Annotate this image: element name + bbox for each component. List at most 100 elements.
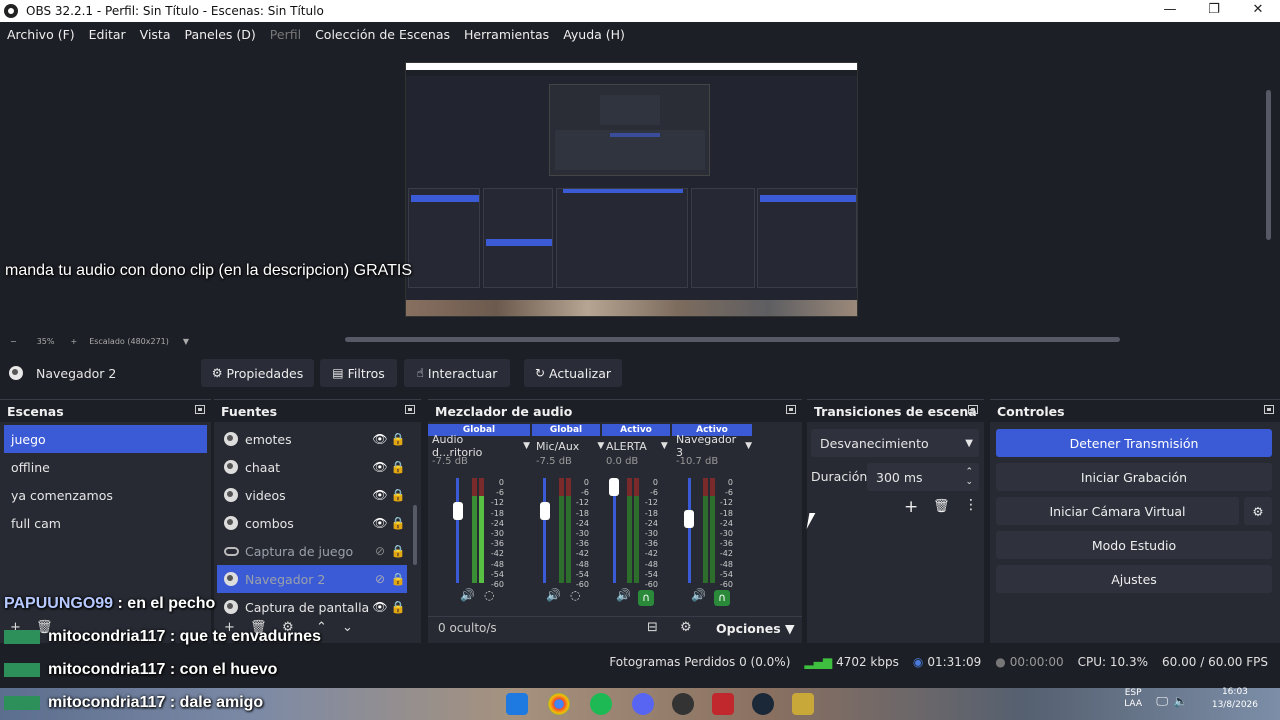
- interact-button[interactable]: ☝ Interactuar: [404, 359, 510, 387]
- chevron-down-icon[interactable]: ▼: [661, 441, 668, 451]
- undock-icon[interactable]: [195, 405, 205, 414]
- lock-icon[interactable]: 🔒: [389, 460, 407, 474]
- menu-paneles[interactable]: Paneles (D): [185, 27, 256, 42]
- speaker-icon[interactable]: 🔊: [546, 588, 561, 602]
- transition-select[interactable]: Desvanecimiento ▼: [811, 429, 979, 457]
- source-item[interactable]: combos 👁 🔒: [217, 509, 407, 537]
- lock-icon[interactable]: 🔒: [389, 544, 407, 558]
- close-button[interactable]: ✕: [1236, 0, 1280, 22]
- eye-icon[interactable]: 👁: [371, 516, 389, 530]
- chevron-down-icon[interactable]: ▼: [523, 441, 530, 451]
- menu-perfil[interactable]: Perfil: [270, 27, 301, 42]
- windows-start-icon[interactable]: [506, 693, 528, 715]
- channel-name[interactable]: Audio d...ritorio ▼: [428, 433, 530, 459]
- stop-stream-button[interactable]: Detener Transmisión: [996, 429, 1272, 457]
- channel-name[interactable]: ALERTA ▼: [602, 436, 670, 456]
- preview-horizontal-scrollbar[interactable]: [345, 337, 1120, 342]
- network-icon[interactable]: 🖵: [1156, 694, 1168, 709]
- menu-vista[interactable]: Vista: [140, 27, 171, 42]
- lock-icon[interactable]: 🔒: [389, 516, 407, 530]
- minimize-button[interactable]: —: [1148, 0, 1192, 22]
- eye-icon[interactable]: 👁: [371, 460, 389, 474]
- sources-scrollbar[interactable]: [413, 505, 417, 565]
- source-item[interactable]: emotes 👁 🔒: [217, 425, 407, 453]
- speaker-icon[interactable]: 🔊: [691, 588, 706, 602]
- settings-button[interactable]: Ajustes: [996, 565, 1272, 593]
- filters-button[interactable]: ▤ Filtros: [320, 359, 397, 387]
- channel-name[interactable]: Mic/Aux ▼: [532, 436, 604, 456]
- speaker-icon[interactable]: 🔊: [460, 588, 475, 602]
- source-item[interactable]: Captura de pantalla 👁 🔒: [217, 593, 407, 621]
- properties-button[interactable]: ⚙ Propiedades: [201, 359, 314, 387]
- undock-icon[interactable]: [1264, 405, 1274, 414]
- trash-icon[interactable]: 🗑: [933, 499, 950, 514]
- chrome-icon[interactable]: [548, 693, 570, 715]
- refresh-button[interactable]: ↻ Actualizar: [524, 359, 622, 387]
- eye-slash-icon[interactable]: ⊘: [371, 572, 389, 586]
- undock-icon[interactable]: [786, 405, 796, 414]
- chevron-down-icon[interactable]: ▼: [745, 441, 752, 451]
- fader-handle[interactable]: [684, 510, 694, 528]
- fader-handle[interactable]: [453, 502, 463, 520]
- maximize-button[interactable]: ❐: [1192, 0, 1236, 22]
- discord-icon[interactable]: [632, 693, 654, 715]
- headphones-off-icon[interactable]: ◌: [570, 588, 580, 602]
- source-item[interactable]: videos 👁 🔒: [217, 481, 407, 509]
- speaker-icon[interactable]: 🔊: [616, 588, 631, 602]
- duration-spinbox[interactable]: 300 ms ⌃ ⌄: [867, 463, 979, 491]
- source-item[interactable]: Captura de juego ⊘ 🔒: [217, 537, 407, 565]
- fader-handle[interactable]: [609, 478, 619, 496]
- virtual-camera-settings-button[interactable]: ⚙: [1244, 497, 1272, 525]
- volume-icon[interactable]: 🔈: [1173, 694, 1188, 708]
- preview-canvas[interactable]: [405, 62, 858, 317]
- scene-item[interactable]: juego: [4, 425, 207, 453]
- volume-fader[interactable]: [456, 478, 459, 583]
- menu-editar[interactable]: Editar: [89, 27, 126, 42]
- lock-icon[interactable]: 🔒: [389, 600, 407, 614]
- menu-archivo[interactable]: Archivo (F): [7, 27, 75, 42]
- more-options-icon[interactable]: ⋮: [964, 497, 978, 513]
- lock-icon[interactable]: 🔒: [389, 572, 407, 586]
- start-recording-button[interactable]: Iniciar Grabación: [996, 463, 1272, 491]
- menu-coleccion-escenas[interactable]: Colección de Escenas: [315, 27, 450, 42]
- gear-icon[interactable]: ⚙: [680, 620, 692, 635]
- layout-toggle-icon[interactable]: ⊟: [647, 620, 658, 635]
- mixer-options-button[interactable]: Opciones ▼: [716, 621, 795, 636]
- volume-fader[interactable]: [543, 478, 546, 583]
- source-item[interactable]: Navegador 2 ⊘ 🔒: [217, 565, 407, 593]
- studio-mode-button[interactable]: Modo Estudio: [996, 531, 1272, 559]
- spotify-icon[interactable]: [590, 693, 612, 715]
- eye-icon[interactable]: 👁: [371, 432, 389, 446]
- eye-slash-icon[interactable]: ⊘: [371, 544, 389, 558]
- clock[interactable]: 16:03 13/8/2026: [1212, 686, 1258, 712]
- preview-vertical-scrollbar[interactable]: [1266, 90, 1271, 240]
- scene-item[interactable]: ya comenzamos: [4, 481, 207, 509]
- zoom-out-icon[interactable]: −: [10, 337, 17, 346]
- move-down-icon[interactable]: ⌄: [342, 620, 353, 635]
- voicemeeter-icon[interactable]: [712, 693, 734, 715]
- headphones-off-icon[interactable]: ◌: [484, 588, 494, 602]
- spin-arrows-icon[interactable]: ⌃ ⌄: [965, 467, 973, 487]
- scene-item[interactable]: full cam: [4, 509, 207, 537]
- source-item[interactable]: chaat 👁 🔒: [217, 453, 407, 481]
- scaling-dropdown-icon[interactable]: ▼: [183, 337, 189, 346]
- add-transition-icon[interactable]: +: [904, 497, 918, 517]
- scene-item[interactable]: offline: [4, 453, 207, 481]
- volume-fader[interactable]: [688, 478, 691, 583]
- menu-ayuda[interactable]: Ayuda (H): [563, 27, 625, 42]
- lock-icon[interactable]: 🔒: [389, 488, 407, 502]
- headphones-on-icon[interactable]: ∩: [638, 590, 654, 606]
- undock-icon[interactable]: [405, 405, 415, 414]
- start-virtual-camera-button[interactable]: Iniciar Cámara Virtual: [996, 497, 1239, 525]
- eye-icon[interactable]: 👁: [371, 600, 389, 614]
- lock-icon[interactable]: 🔒: [389, 432, 407, 446]
- undock-icon[interactable]: [968, 405, 978, 414]
- channel-name[interactable]: Navegador 3 ▼: [672, 433, 752, 459]
- fader-handle[interactable]: [540, 502, 550, 520]
- headphones-on-icon[interactable]: ∩: [714, 590, 730, 606]
- zoom-in-icon[interactable]: +: [70, 337, 77, 346]
- steam-icon[interactable]: [752, 693, 774, 715]
- lang-indicator[interactable]: ESP LAA: [1124, 688, 1142, 710]
- app-icon[interactable]: [792, 693, 814, 715]
- menu-herramientas[interactable]: Herramientas: [464, 27, 549, 42]
